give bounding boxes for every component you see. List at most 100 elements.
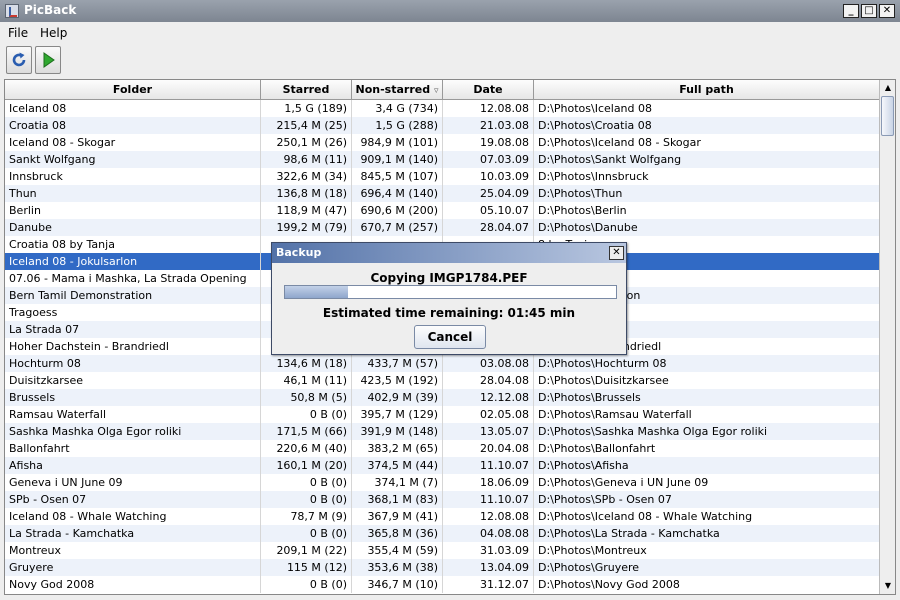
table-row[interactable]: Ballonfahrt 220,6 M (40) 383,2 M (65) 20.04… bbox=[5, 440, 879, 457]
start-backup-button[interactable] bbox=[35, 46, 61, 74]
menu-help[interactable]: Help bbox=[40, 26, 67, 40]
cell-starred: 250,1 M (26) bbox=[261, 134, 352, 151]
cell-starred: 136,8 M (18) bbox=[261, 185, 352, 202]
cell-non-starred: 383,2 M (65) bbox=[352, 440, 443, 457]
column-header-starred[interactable]: Starred bbox=[261, 80, 352, 100]
table-row[interactable]: Sankt Wolfgang 98,6 M (11) 909,1 M (140) 07… bbox=[5, 151, 879, 168]
backup-progress-bar bbox=[284, 285, 617, 299]
cell-starred: 1,5 G (189) bbox=[261, 100, 352, 117]
cell-starred: 134,6 M (18) bbox=[261, 355, 352, 372]
cell-full-path: D:\Photos\Berlin bbox=[538, 204, 627, 217]
table-row[interactable]: Thun 136,8 M (18) 696,4 M (140) 25.04.09 D:\… bbox=[5, 185, 879, 202]
table-row[interactable]: Iceland 08 - Whale Watching 78,7 M (9) 367… bbox=[5, 508, 879, 525]
sort-descending-icon: ▿ bbox=[433, 86, 439, 96]
table-row[interactable]: Danube 199,2 M (79) 670,7 M (257) 28.04.07 D… bbox=[5, 219, 879, 236]
cell-folder: Iceland 08 - Whale Watching bbox=[5, 508, 261, 525]
cell-full-path: D:\Photos\Ramsau Waterfall bbox=[538, 408, 692, 421]
cell-date: 31.03.09 bbox=[443, 542, 534, 559]
cell-date: 21.03.08 bbox=[443, 117, 534, 134]
table-row[interactable]: Iceland 08 - Skogar 250,1 M (26) 984,9 M (… bbox=[5, 134, 879, 151]
cell-folder: Gruyere bbox=[5, 559, 261, 576]
play-icon bbox=[43, 52, 55, 68]
cell-starred: 46,1 M (11) bbox=[261, 372, 352, 389]
cell-non-starred: 355,4 M (59) bbox=[352, 542, 443, 559]
cell-non-starred: 1,5 G (288) bbox=[352, 117, 443, 134]
cell-date: 05.10.07 bbox=[443, 202, 534, 219]
maximize-button[interactable]: □ bbox=[861, 4, 877, 18]
table-row[interactable]: Novy God 2008 0 B (0) 346,7 M (10) 31.12.07… bbox=[5, 576, 879, 593]
table-row[interactable]: Innsbruck 322,6 M (34) 845,5 M (107) 10.03.… bbox=[5, 168, 879, 185]
table-row[interactable]: La Strada - Kamchatka 0 B (0) 365,8 M (36)… bbox=[5, 525, 879, 542]
table-row[interactable]: Montreux 209,1 M (22) 355,4 M (59) 31.03.09… bbox=[5, 542, 879, 559]
cell-folder: Geneva i UN June 09 bbox=[5, 474, 261, 491]
table-row[interactable]: Afisha 160,1 M (20) 374,5 M (44) 11.10.07 D:… bbox=[5, 457, 879, 474]
cell-full-path: D:\Photos\Iceland 08 bbox=[538, 102, 653, 115]
cell-folder: Bern Tamil Demonstration bbox=[5, 287, 261, 304]
refresh-button[interactable] bbox=[6, 46, 32, 74]
cell-folder: Afisha bbox=[5, 457, 261, 474]
cell-non-starred: 374,5 M (44) bbox=[352, 457, 443, 474]
cell-folder: Iceland 08 - Jokulsarlon bbox=[5, 253, 261, 270]
cell-full-path: D:\Photos\Ballonfahrt bbox=[538, 442, 656, 455]
cell-full-path: D:\Photos\Sashka Mashka Olga Egor roliki bbox=[538, 425, 768, 438]
close-button[interactable]: ✕ bbox=[879, 4, 895, 18]
cell-full-path: D:\Photos\Iceland 08 - Whale Watching bbox=[538, 510, 753, 523]
cell-starred: 50,8 M (5) bbox=[261, 389, 352, 406]
cancel-button[interactable]: Cancel bbox=[414, 325, 486, 349]
scroll-up-arrow-icon[interactable]: ▲ bbox=[880, 80, 895, 96]
column-header-full-path[interactable]: Full path bbox=[534, 80, 879, 100]
cell-starred: 215,4 M (25) bbox=[261, 117, 352, 134]
cell-date: 12.12.08 bbox=[443, 389, 534, 406]
scroll-thumb[interactable] bbox=[881, 96, 894, 136]
cell-full-path: D:\Photos\Gruyere bbox=[538, 561, 640, 574]
table-row[interactable]: Sashka Mashka Olga Egor roliki 171,5 M (6… bbox=[5, 423, 879, 440]
time-remaining-label: Estimated time remaining: 01:45 min bbox=[322, 306, 576, 320]
cell-non-starred: 984,9 M (101) bbox=[352, 134, 443, 151]
cell-folder: 07.06 - Mama i Mashka, La Strada Opening bbox=[5, 270, 261, 287]
minimize-button[interactable]: _ bbox=[843, 4, 859, 18]
table-row[interactable]: Duisitzkarsee 46,1 M (11) 423,5 M (192) 28.… bbox=[5, 372, 879, 389]
cell-starred: 199,2 M (79) bbox=[261, 219, 352, 236]
cell-date: 31.12.07 bbox=[443, 576, 534, 593]
cell-folder: Novy God 2008 bbox=[5, 576, 261, 593]
cell-non-starred: 696,4 M (140) bbox=[352, 185, 443, 202]
column-header-date[interactable]: Date bbox=[443, 80, 534, 100]
table-row[interactable]: Iceland 08 1,5 G (189) 3,4 G (734) 12.08.08… bbox=[5, 100, 879, 117]
cell-non-starred: 670,7 M (257) bbox=[352, 219, 443, 236]
scroll-down-arrow-icon[interactable]: ▼ bbox=[880, 578, 895, 594]
table-row[interactable]: Gruyere 115 M (12) 353,6 M (38) 13.04.09 D:\… bbox=[5, 559, 879, 576]
vertical-scrollbar[interactable]: ▲ ▼ bbox=[879, 80, 895, 594]
cell-date: 12.08.08 bbox=[443, 508, 534, 525]
column-header-folder[interactable]: Folder bbox=[5, 80, 261, 100]
menu-file[interactable]: File bbox=[8, 26, 28, 40]
menu-bar: File Help bbox=[0, 22, 900, 44]
cell-folder: Hochturm 08 bbox=[5, 355, 261, 372]
column-header-label: Non-starred bbox=[355, 83, 431, 96]
cell-full-path: D:\Photos\Novy God 2008 bbox=[538, 578, 680, 591]
table-row[interactable]: Hochturm 08 134,6 M (18) 433,7 M (57) 03.08… bbox=[5, 355, 879, 372]
title-bar: PicBack _ □ ✕ bbox=[0, 0, 900, 22]
table-row[interactable]: SPb - Osen 07 0 B (0) 368,1 M (83) 11.10.07… bbox=[5, 491, 879, 508]
cell-non-starred: 365,8 M (36) bbox=[352, 525, 443, 542]
cell-folder: La Strada - Kamchatka bbox=[5, 525, 261, 542]
cell-starred: 118,9 M (47) bbox=[261, 202, 352, 219]
cell-folder: Sashka Mashka Olga Egor roliki bbox=[5, 423, 261, 440]
table-header: Folder Starred Non-starred ▿ Date Full p… bbox=[5, 80, 879, 100]
table-row[interactable]: Geneva i UN June 09 0 B (0) 374,1 M (7) 18.… bbox=[5, 474, 879, 491]
cell-full-path: D:\Photos\Thun bbox=[538, 187, 623, 200]
cell-full-path: D:\Photos\Croatia 08 bbox=[538, 119, 652, 132]
table-row[interactable]: Croatia 08 215,4 M (25) 1,5 G (288) 21.03.0… bbox=[5, 117, 879, 134]
cell-date: 20.04.08 bbox=[443, 440, 534, 457]
dialog-close-button[interactable]: ✕ bbox=[609, 246, 624, 260]
cell-folder: Croatia 08 bbox=[5, 117, 261, 134]
cell-non-starred: 374,1 M (7) bbox=[352, 474, 443, 491]
cell-folder: Ramsau Waterfall bbox=[5, 406, 261, 423]
cell-starred: 209,1 M (22) bbox=[261, 542, 352, 559]
progress-fill bbox=[285, 286, 348, 298]
table-row[interactable]: Ramsau Waterfall 0 B (0) 395,7 M (129) 02.0… bbox=[5, 406, 879, 423]
table-row[interactable]: Berlin 118,9 M (47) 690,6 M (200) 05.10.07 D… bbox=[5, 202, 879, 219]
column-header-non-starred[interactable]: Non-starred ▿ bbox=[352, 80, 443, 100]
cell-full-path: D:\Photos\Afisha bbox=[538, 459, 629, 472]
table-row[interactable]: Brussels 50,8 M (5) 402,9 M (39) 12.12.08 D:… bbox=[5, 389, 879, 406]
cell-full-path: D:\Photos\SPb - Osen 07 bbox=[538, 493, 672, 506]
